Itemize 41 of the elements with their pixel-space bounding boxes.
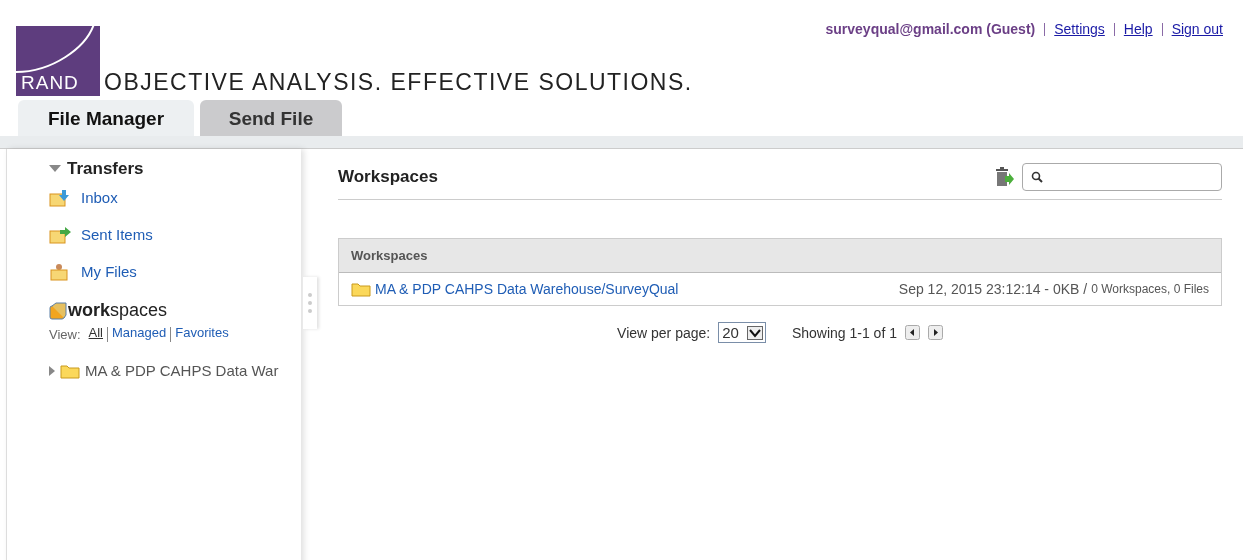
view-filter-link[interactable]: Favorites (170, 327, 229, 342)
view-filter-link[interactable]: All (88, 327, 103, 342)
tree-item[interactable]: MA & PDP CAHPS Data War (85, 362, 279, 379)
sidebar-item[interactable]: My Files (81, 263, 137, 280)
section-title: Transfers (67, 159, 144, 179)
next-page-icon[interactable] (927, 325, 943, 340)
workspace-meta: Sep 12, 2015 23:12:14 - 0KB / (898, 281, 1088, 297)
user-email: surveyqual@gmail.com (Guest) (825, 21, 1036, 37)
sent-folder-icon (49, 225, 71, 244)
header-link[interactable]: Help (1113, 22, 1153, 36)
tagline: OBJECTIVE ANALYSIS. EFFECTIVE SOLUTIONS. (104, 69, 693, 96)
column-header: Workspaces (339, 239, 1221, 273)
folder-icon (351, 281, 371, 297)
per-page-select[interactable]: 20 (718, 322, 766, 343)
user-folder-icon (49, 262, 71, 281)
workspace-link[interactable]: MA & PDP CAHPS Data Warehouse/SurveyQual (375, 281, 895, 297)
folder-icon (60, 362, 80, 379)
dropdown-arrow-icon (746, 325, 763, 340)
header-link[interactable]: Sign out (1161, 22, 1223, 36)
sidebar-item[interactable]: Inbox (81, 189, 118, 206)
inbox-folder-icon (49, 188, 71, 207)
search-icon (1031, 171, 1043, 183)
page-status: Showing 1-1 of 1 (791, 324, 897, 341)
trash-icon[interactable] (994, 166, 1014, 188)
tab[interactable]: File Manager (18, 100, 194, 136)
section-title: workspaces (68, 300, 168, 321)
per-page-label: View per page: (617, 324, 711, 341)
search-field[interactable] (1022, 163, 1222, 191)
expand-arrow-icon[interactable] (49, 365, 55, 376)
view-label: View: (49, 327, 81, 342)
collapse-arrow-icon[interactable] (49, 165, 61, 173)
workspace-counts: 0 Workspaces, 0 Files (1091, 282, 1209, 296)
box-icon (49, 301, 67, 320)
sidebar-item[interactable]: Sent Items (81, 226, 153, 243)
view-filter-link[interactable]: Managed (107, 327, 167, 342)
tab[interactable]: Send File (200, 100, 342, 136)
header-link[interactable]: Settings (1044, 22, 1105, 36)
page-title: Workspaces (338, 167, 439, 187)
logo: RAND (16, 26, 100, 96)
previous-page-icon[interactable] (904, 325, 920, 340)
resize-handle[interactable] (303, 277, 317, 329)
